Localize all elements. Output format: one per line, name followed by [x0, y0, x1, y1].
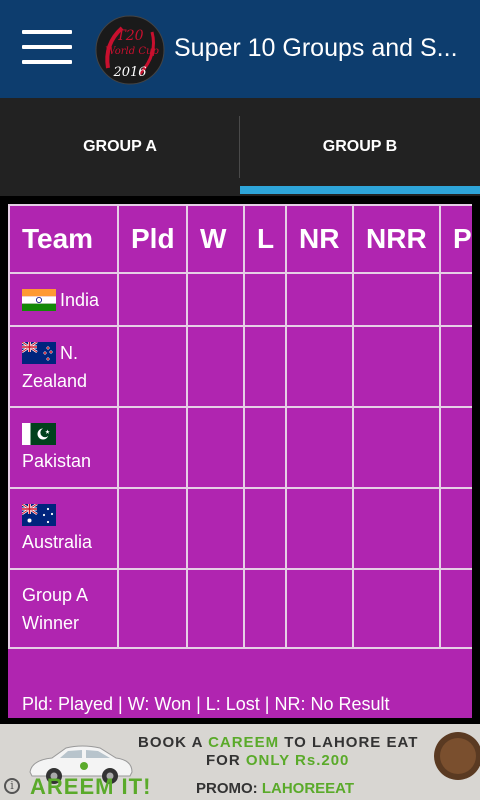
svg-text:2016: 2016: [112, 65, 146, 80]
team-cell-pakistan: Pakistan: [8, 406, 119, 489]
ad-slogan: AREEM IT!: [30, 774, 151, 800]
svg-text:T20: T20: [116, 28, 143, 44]
team-cell-group-a-winner: Group A Winner: [8, 568, 119, 649]
header-team: Team: [8, 204, 119, 274]
coffee-cup-icon: [434, 732, 480, 780]
cell-lost: [243, 487, 287, 570]
ad-promo: PROMO: LAHOREEAT: [196, 780, 354, 797]
ad-brand-text: CAREEM: [208, 734, 280, 751]
table-row: Australia: [8, 487, 472, 570]
cell-nrr: [352, 406, 441, 489]
ad-text: BOOK A: [138, 734, 209, 751]
cell-nrr: [352, 487, 441, 570]
ad-text: TO LAHORE EAT: [279, 734, 419, 751]
cell-no-result: [285, 487, 354, 570]
app-bar: T20 World Cup 2016 Super 10 Groups and S…: [0, 0, 480, 98]
cell-played: [117, 487, 188, 570]
standings-table: Team Pld W L NR NRR P India N. Zealand P…: [8, 204, 472, 649]
table-header-row: Team Pld W L NR NRR P: [8, 204, 472, 274]
header-net-run-rate: NRR: [352, 204, 441, 274]
group-tabs: GROUP A GROUP B: [0, 98, 480, 196]
pakistan-flag-icon: [22, 423, 56, 446]
cell-no-result: [285, 406, 354, 489]
cell-nrr: [352, 568, 441, 649]
tab-group-b[interactable]: GROUP B: [240, 98, 480, 196]
india-flag-icon: [22, 288, 56, 311]
ad-banner[interactable]: BOOK A CAREEM TO LAHORE EAT FOR ONLY Rs.…: [0, 724, 480, 800]
cell-lost: [243, 406, 287, 489]
cell-points: [439, 325, 472, 408]
team-name: Group A: [22, 584, 89, 605]
team-name: N.: [60, 342, 78, 363]
menu-icon[interactable]: [22, 30, 72, 66]
selected-tab-indicator: [240, 186, 480, 194]
table-legend: Pld: Played | W: Won | L: Lost | NR: No …: [22, 694, 390, 714]
team-name: Australia: [22, 531, 93, 552]
cell-no-result: [285, 325, 354, 408]
new-zealand-flag-icon: [22, 342, 56, 364]
cell-points: [439, 272, 472, 327]
cell-won: [186, 568, 245, 649]
header-no-result: NR: [285, 204, 354, 274]
cell-no-result: [285, 272, 354, 327]
cell-nrr: [352, 325, 441, 408]
tab-group-a[interactable]: GROUP A: [0, 98, 240, 196]
team-name-line2: Zealand: [22, 370, 88, 391]
cell-lost: [243, 272, 287, 327]
cell-points: [439, 406, 472, 489]
app-title: Super 10 Groups and S...: [174, 34, 458, 62]
standings-panel: Team Pld W L NR NRR P India N. Zealand P…: [8, 204, 472, 718]
cell-played: [117, 406, 188, 489]
cell-played: [117, 568, 188, 649]
ad-info-icon[interactable]: i: [4, 778, 20, 794]
t20-world-cup-logo: T20 World Cup 2016: [95, 15, 165, 85]
ad-promo-code: LAHOREEAT: [261, 780, 355, 797]
cell-lost: [243, 325, 287, 408]
team-name: Pakistan: [22, 450, 92, 471]
cell-played: [117, 272, 188, 327]
svg-text:World Cup: World Cup: [105, 46, 159, 57]
cell-won: [186, 487, 245, 570]
table-row: Group A Winner: [8, 568, 472, 649]
ad-slogan-text: AREEM IT!: [30, 774, 152, 799]
team-cell-australia: Australia: [8, 487, 119, 570]
table-row: India: [8, 272, 472, 327]
cell-played: [117, 325, 188, 408]
cell-points: [439, 568, 472, 649]
header-points: P: [439, 204, 472, 274]
ad-price-text: ONLY Rs.200: [245, 752, 350, 769]
header-lost: L: [243, 204, 287, 274]
ad-text-line2: FOR ONLY Rs.200: [206, 752, 349, 769]
table-row: N. Zealand: [8, 325, 472, 408]
cell-points: [439, 487, 472, 570]
australia-flag-icon: [22, 504, 56, 527]
header-played: Pld: [117, 204, 188, 274]
cell-won: [186, 406, 245, 489]
cell-no-result: [285, 568, 354, 649]
cell-nrr: [352, 272, 441, 327]
ad-promo-label: PROMO:: [196, 780, 262, 797]
cell-won: [186, 272, 245, 327]
team-name-line2: Winner: [22, 612, 80, 633]
team-cell-new-zealand: N. Zealand: [8, 325, 119, 408]
cell-lost: [243, 568, 287, 649]
header-won: W: [186, 204, 245, 274]
team-name: India: [60, 289, 100, 310]
cell-won: [186, 325, 245, 408]
table-row: Pakistan: [8, 406, 472, 489]
ad-text-line1: BOOK A CAREEM TO LAHORE EAT: [138, 734, 418, 751]
team-cell-india: India: [8, 272, 119, 327]
ad-text: FOR: [206, 752, 246, 769]
